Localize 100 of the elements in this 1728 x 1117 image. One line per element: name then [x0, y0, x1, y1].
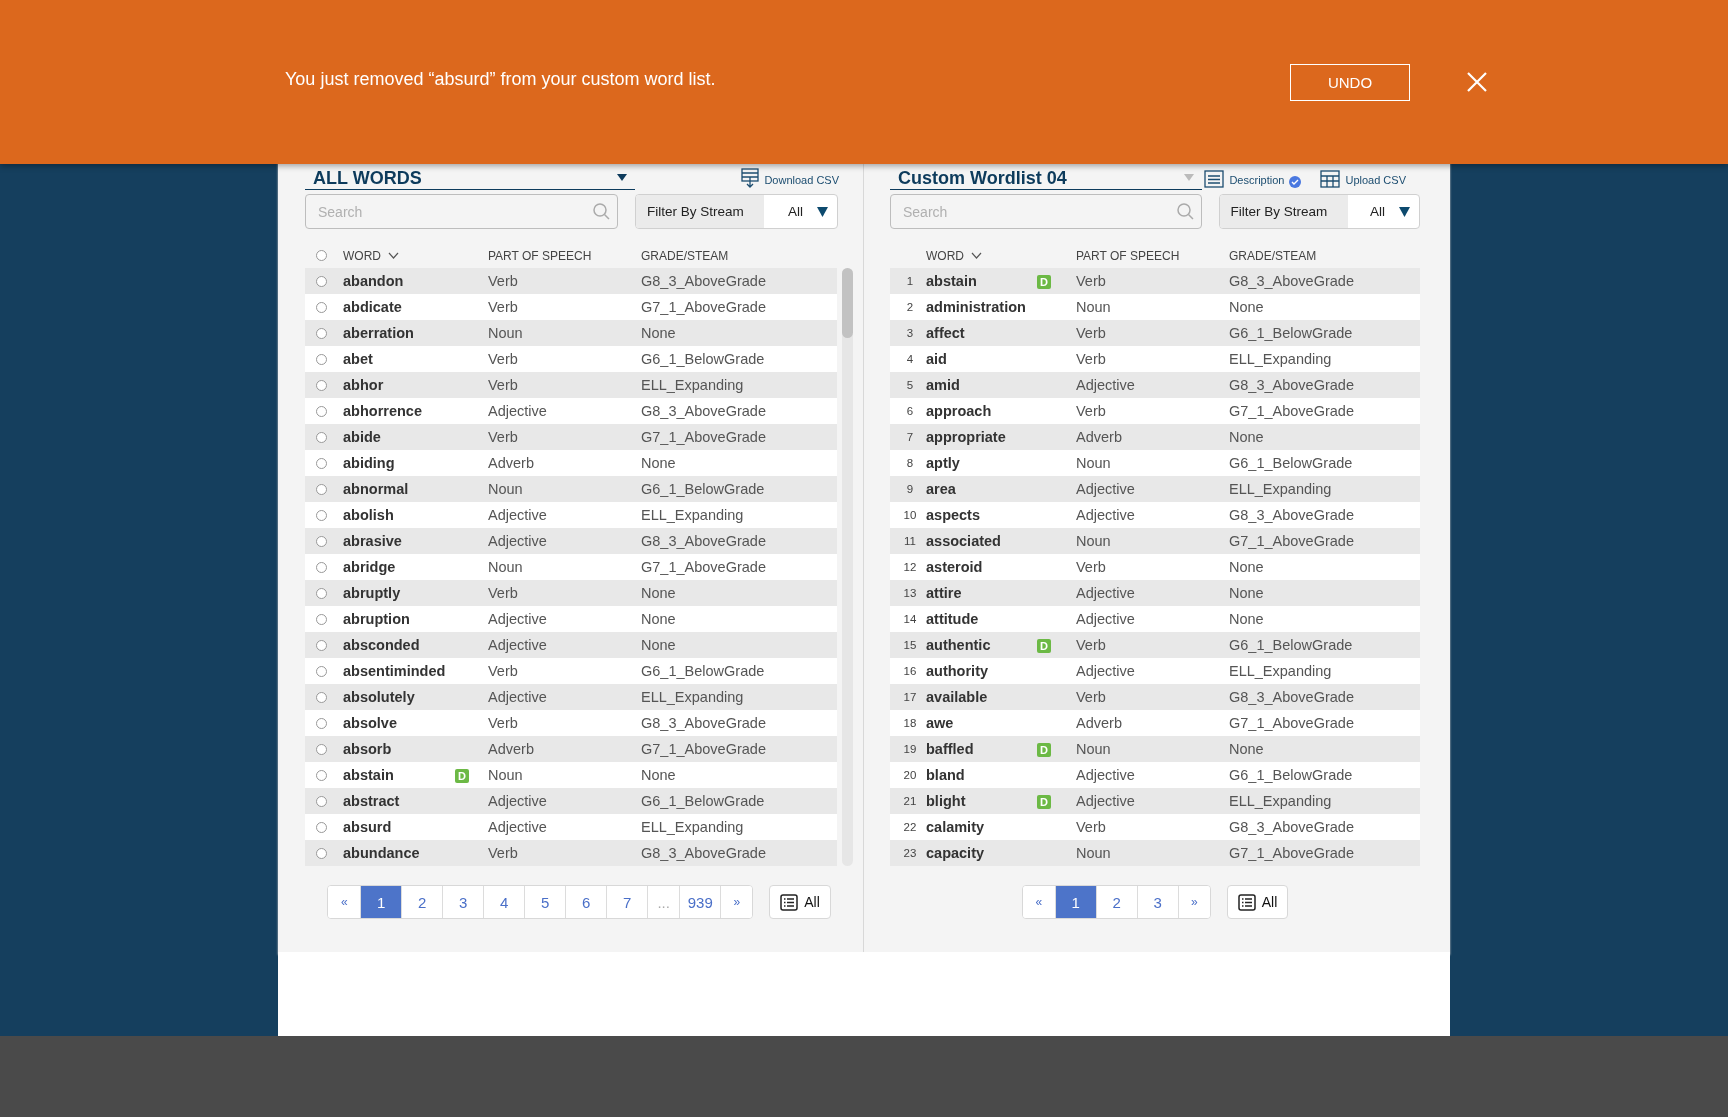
table-cell-text: ELL_Expanding	[641, 507, 745, 523]
word-cell-text: abridge	[343, 559, 397, 575]
search-icon	[1176, 203, 1194, 220]
row-radio[interactable]	[316, 717, 327, 729]
row-number: 3	[905, 327, 915, 339]
scrollbar[interactable]	[842, 268, 853, 866]
row-radio[interactable]	[316, 847, 327, 859]
row-number: 15	[902, 639, 918, 651]
word-cell-text: aberration	[343, 325, 415, 341]
d-badge: D	[1037, 638, 1051, 653]
download-icon[interactable]	[741, 168, 760, 188]
download-csv-link[interactable]: Download CSV	[764, 174, 839, 186]
row-radio[interactable]	[316, 275, 327, 287]
table-cell-text: Adverb	[1076, 429, 1123, 445]
word-cell-text: affect	[926, 325, 966, 341]
word-cell-text: bland	[926, 767, 966, 783]
row-radio[interactable]	[316, 535, 327, 547]
row-number: 1	[905, 275, 915, 287]
d-badge: D	[1037, 794, 1051, 809]
table-cell-text: G8_3_AboveGrade	[1229, 819, 1355, 835]
close-icon[interactable]	[1466, 71, 1488, 93]
show-all-button[interactable]: All	[1226, 885, 1289, 919]
row-number: 9	[905, 483, 915, 495]
row-radio[interactable]	[316, 587, 327, 599]
search-field[interactable]: Search	[890, 194, 1202, 229]
word-cell-text: approach	[926, 403, 993, 419]
row-radio[interactable]	[316, 327, 327, 339]
page-button[interactable]: »	[720, 886, 753, 918]
row-number: 6	[905, 405, 915, 417]
table-cell-text: Verb	[1076, 325, 1107, 341]
row-radio[interactable]	[316, 639, 327, 651]
row-radio[interactable]	[316, 561, 327, 573]
table-cell-text: None	[1229, 299, 1265, 315]
word-cell-text: absolutely	[343, 689, 416, 705]
upload-icon[interactable]	[1320, 170, 1341, 188]
table-cell-text: G8_3_AboveGrade	[1229, 507, 1355, 523]
table-cell-text: G6_1_BelowGrade	[641, 793, 766, 809]
row-radio[interactable]	[316, 405, 327, 417]
row-radio[interactable]	[316, 353, 327, 365]
table-cell-text: Verb	[1076, 689, 1107, 705]
table-cell-text: G8_3_AboveGrade	[641, 533, 767, 549]
table-cell-text: G7_1_AboveGrade	[641, 299, 767, 315]
word-cell-text: abet	[343, 351, 374, 367]
undo-button[interactable]: UNDO	[1290, 63, 1410, 101]
table-cell-text: ELL_Expanding	[641, 819, 745, 835]
column-header[interactable]: WORD	[926, 248, 964, 263]
sort-icon[interactable]	[388, 252, 399, 259]
page-button[interactable]: 1	[1054, 886, 1096, 918]
d-badge: D	[455, 768, 469, 783]
table-cell-text: Verb	[488, 299, 519, 315]
word-cell-text: absurd	[343, 819, 393, 835]
word-cell-text: awe	[926, 715, 955, 731]
word-cell-text: abolish	[343, 507, 395, 523]
table-cell-text: Noun	[488, 559, 524, 575]
column-header[interactable]: WORD	[343, 248, 381, 263]
row-number: 7	[905, 431, 915, 443]
select-all-radio[interactable]	[316, 250, 327, 261]
table-cell-text: None	[641, 767, 677, 783]
page-button[interactable]: »	[1177, 886, 1210, 918]
word-cell-text: capacity	[926, 845, 986, 861]
description-link[interactable]: Description	[1229, 174, 1285, 186]
table-cell-text: ELL_Expanding	[1229, 663, 1333, 679]
row-radio[interactable]	[316, 431, 327, 443]
row-radio[interactable]	[316, 509, 327, 521]
d-badge: D	[1037, 742, 1051, 757]
row-radio[interactable]	[316, 691, 327, 703]
table-cell-text: Verb	[1076, 559, 1107, 575]
row-radio[interactable]	[316, 379, 327, 391]
stream-filter[interactable]: Filter By Stream All	[635, 194, 838, 229]
d-badge: D	[1037, 274, 1051, 289]
row-radio[interactable]	[316, 743, 327, 755]
table-cell-text: Adjective	[488, 611, 548, 627]
table-cell-text: ELL_Expanding	[641, 377, 745, 393]
document-icon[interactable]	[1204, 170, 1225, 188]
upload-csv-link[interactable]: Upload CSV	[1345, 174, 1406, 186]
row-radio[interactable]	[316, 769, 327, 781]
row-radio[interactable]	[316, 613, 327, 625]
caret-icon	[617, 174, 627, 182]
search-icon	[593, 203, 610, 220]
table-cell-text: G8_3_AboveGrade	[641, 715, 767, 731]
row-radio[interactable]	[316, 795, 327, 807]
stream-filter[interactable]: Filter By Stream All	[1218, 194, 1420, 229]
table-cell-text: None	[1229, 559, 1265, 575]
row-radio[interactable]	[316, 457, 327, 469]
row-radio[interactable]	[316, 301, 327, 313]
table-cell-text: Adjective	[488, 689, 548, 705]
page-button[interactable]: 1	[360, 886, 402, 918]
table-cell-text: Verb	[1076, 273, 1107, 289]
table-cell-text: Adjective	[1076, 377, 1136, 393]
show-all-button[interactable]: All	[769, 885, 831, 919]
row-radio[interactable]	[316, 821, 327, 833]
word-cell-text: administration	[926, 299, 1027, 315]
search-field[interactable]: Search	[305, 194, 618, 229]
row-radio[interactable]	[316, 665, 327, 677]
wordlist-dropdown[interactable]: ALL WORDS	[305, 166, 635, 190]
row-radio[interactable]	[316, 483, 327, 495]
word-cell-text: abhorrence	[343, 403, 423, 419]
sort-icon[interactable]	[971, 252, 982, 259]
row-number: 16	[902, 665, 918, 677]
wordlist-dropdown[interactable]: Custom Wordlist 04	[890, 166, 1202, 190]
